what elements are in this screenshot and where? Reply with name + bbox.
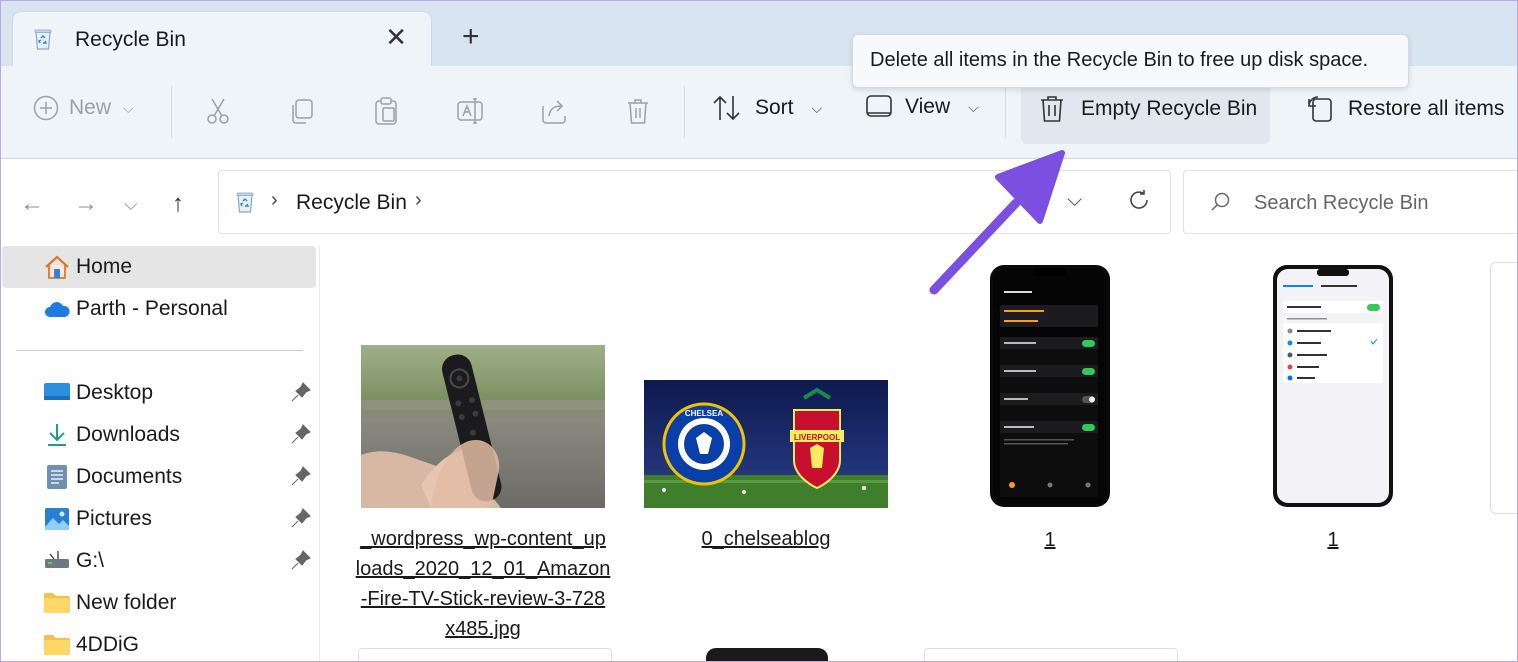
folder-icon bbox=[42, 590, 72, 616]
sidebar-item-home[interactable]: Home bbox=[2, 246, 316, 288]
file-name[interactable]: 1 bbox=[1327, 525, 1338, 555]
annotation-arrow bbox=[929, 150, 1065, 295]
file-item[interactable]: CHELSEA LIVERPOOL 0_chelseablog bbox=[644, 380, 888, 554]
new-button[interactable]: New ⌵ bbox=[33, 95, 134, 121]
chevron-down-icon: ⌵ bbox=[811, 99, 823, 116]
pin-icon[interactable] bbox=[290, 507, 312, 529]
sidebar-divider bbox=[16, 350, 303, 351]
breadcrumb-recycle-bin[interactable]: Recycle Bin bbox=[296, 191, 407, 215]
file-thumbnail bbox=[361, 345, 605, 508]
restore-icon bbox=[1308, 96, 1332, 122]
file-thumbnail: CHELSEA LIVERPOOL bbox=[644, 380, 888, 508]
pin-icon[interactable] bbox=[290, 423, 312, 445]
partial-file-item[interactable] bbox=[706, 648, 828, 662]
partial-file-item[interactable] bbox=[924, 648, 1178, 662]
plus-circle-icon bbox=[33, 95, 59, 121]
sidebar-item-label: Home bbox=[76, 255, 133, 278]
sidebar-item-label: Desktop bbox=[76, 381, 154, 404]
tab-title: Recycle Bin bbox=[75, 28, 186, 51]
sidebar-item-onedrive[interactable]: Parth - Personal bbox=[2, 288, 316, 330]
sort-arrows-icon bbox=[713, 95, 740, 121]
view-label: View bbox=[905, 95, 951, 118]
chelsea-badge-text: CHELSEA bbox=[685, 409, 723, 418]
sidebar-item-label: Documents bbox=[76, 465, 183, 488]
forward-arrow-icon[interactable]: → bbox=[74, 190, 98, 218]
empty-recycle-bin-label: Empty Recycle Bin bbox=[1081, 97, 1258, 120]
sidebar-item-pictures[interactable]: Pictures bbox=[2, 498, 316, 540]
file-item[interactable]: 1 bbox=[1270, 263, 1396, 555]
sidebar-item-drive-g[interactable]: G:\ bbox=[2, 540, 316, 582]
sidebar-item-documents[interactable]: Documents bbox=[2, 456, 316, 498]
pictures-icon bbox=[42, 506, 72, 532]
view-layout-icon bbox=[866, 95, 892, 117]
empty-bin-tooltip: Delete all items in the Recycle Bin to f… bbox=[852, 34, 1409, 88]
desktop-icon bbox=[42, 380, 72, 406]
breadcrumb-chevron-icon[interactable]: › bbox=[415, 189, 422, 212]
new-button-label: New bbox=[69, 96, 112, 119]
partial-file-item[interactable] bbox=[1490, 262, 1518, 514]
view-button[interactable]: View ⌵ bbox=[865, 94, 979, 120]
file-item[interactable]: 1 bbox=[987, 263, 1113, 555]
sidebar-item-label: Parth - Personal bbox=[76, 297, 228, 320]
back-arrow-icon[interactable]: ← bbox=[20, 190, 44, 218]
cut-icon[interactable] bbox=[203, 96, 233, 126]
restore-all-button[interactable]: Restore all items bbox=[1306, 94, 1504, 124]
file-name[interactable]: 0_chelseablog bbox=[702, 524, 831, 554]
address-row: ← → ⌵ ↑ › Recycle Bin › ⌵ bbox=[0, 160, 1518, 246]
share-icon[interactable] bbox=[539, 96, 569, 126]
pin-icon[interactable] bbox=[290, 549, 312, 571]
sort-button[interactable]: Sort ⌵ bbox=[711, 94, 822, 122]
breadcrumb-chevron-icon[interactable]: › bbox=[271, 189, 278, 212]
sort-label: Sort bbox=[755, 96, 794, 119]
recycle-bin-icon bbox=[34, 29, 52, 50]
sidebar-item-label: G:\ bbox=[76, 549, 105, 572]
sidebar-item-label: New folder bbox=[76, 591, 177, 614]
sidebar-item-label: Downloads bbox=[76, 423, 180, 446]
tab-recycle-bin[interactable]: Recycle Bin ✕ bbox=[12, 11, 432, 66]
downloads-icon bbox=[42, 422, 72, 448]
sidebar-item-label: Pictures bbox=[76, 507, 152, 530]
documents-icon bbox=[42, 464, 72, 490]
sidebar-item-downloads[interactable]: Downloads bbox=[2, 414, 316, 456]
refresh-icon[interactable] bbox=[1127, 188, 1151, 212]
restore-all-label: Restore all items bbox=[1348, 97, 1505, 120]
rename-icon[interactable] bbox=[455, 96, 485, 126]
search-icon bbox=[1211, 192, 1230, 211]
sidebar-item-desktop[interactable]: Desktop bbox=[2, 372, 316, 414]
pin-icon[interactable] bbox=[290, 465, 312, 487]
partial-file-item[interactable] bbox=[358, 648, 612, 662]
new-tab-button[interactable]: + bbox=[462, 22, 480, 52]
up-arrow-icon[interactable]: ↑ bbox=[172, 190, 184, 218]
drive-icon bbox=[42, 548, 72, 574]
recent-locations-chevron-icon[interactable]: ⌵ bbox=[124, 194, 138, 215]
trash-icon bbox=[1041, 96, 1063, 122]
sidebar-item-new-folder[interactable]: New folder bbox=[2, 582, 316, 624]
chevron-down-icon: ⌵ bbox=[123, 99, 134, 116]
recycle-bin-icon bbox=[236, 192, 254, 213]
toolbar-divider bbox=[171, 86, 172, 138]
copy-icon[interactable] bbox=[287, 96, 317, 126]
file-name[interactable]: 1 bbox=[1044, 525, 1055, 555]
paste-icon[interactable] bbox=[371, 96, 401, 126]
search-box bbox=[1183, 170, 1518, 234]
home-icon bbox=[42, 254, 72, 280]
pin-icon[interactable] bbox=[290, 381, 312, 403]
sidebar-item-label: 4DDiG bbox=[76, 633, 140, 656]
empty-recycle-bin-button[interactable]: Empty Recycle Bin bbox=[1021, 80, 1270, 144]
file-name[interactable]: _wordpress_wp-content_up loads_2020_12_0… bbox=[356, 524, 611, 644]
navigation-pane: Home Parth - Personal Desktop Downloads … bbox=[0, 246, 320, 662]
liverpool-badge-text: LIVERPOOL bbox=[794, 433, 840, 442]
file-item[interactable]: _wordpress_wp-content_up loads_2020_12_0… bbox=[356, 345, 610, 644]
folder-icon bbox=[42, 632, 72, 658]
delete-icon[interactable] bbox=[623, 96, 653, 126]
chevron-down-icon: ⌵ bbox=[968, 98, 979, 115]
toolbar-divider bbox=[684, 86, 685, 138]
file-thumbnail bbox=[1271, 263, 1395, 509]
toolbar-divider bbox=[1005, 86, 1006, 138]
sidebar-item-4ddig[interactable]: 4DDiG bbox=[2, 624, 316, 662]
file-list: _wordpress_wp-content_up loads_2020_12_0… bbox=[321, 246, 1518, 662]
onedrive-cloud-icon bbox=[42, 296, 72, 322]
search-input[interactable] bbox=[1254, 189, 1514, 217]
close-tab-icon[interactable]: ✕ bbox=[385, 22, 407, 52]
